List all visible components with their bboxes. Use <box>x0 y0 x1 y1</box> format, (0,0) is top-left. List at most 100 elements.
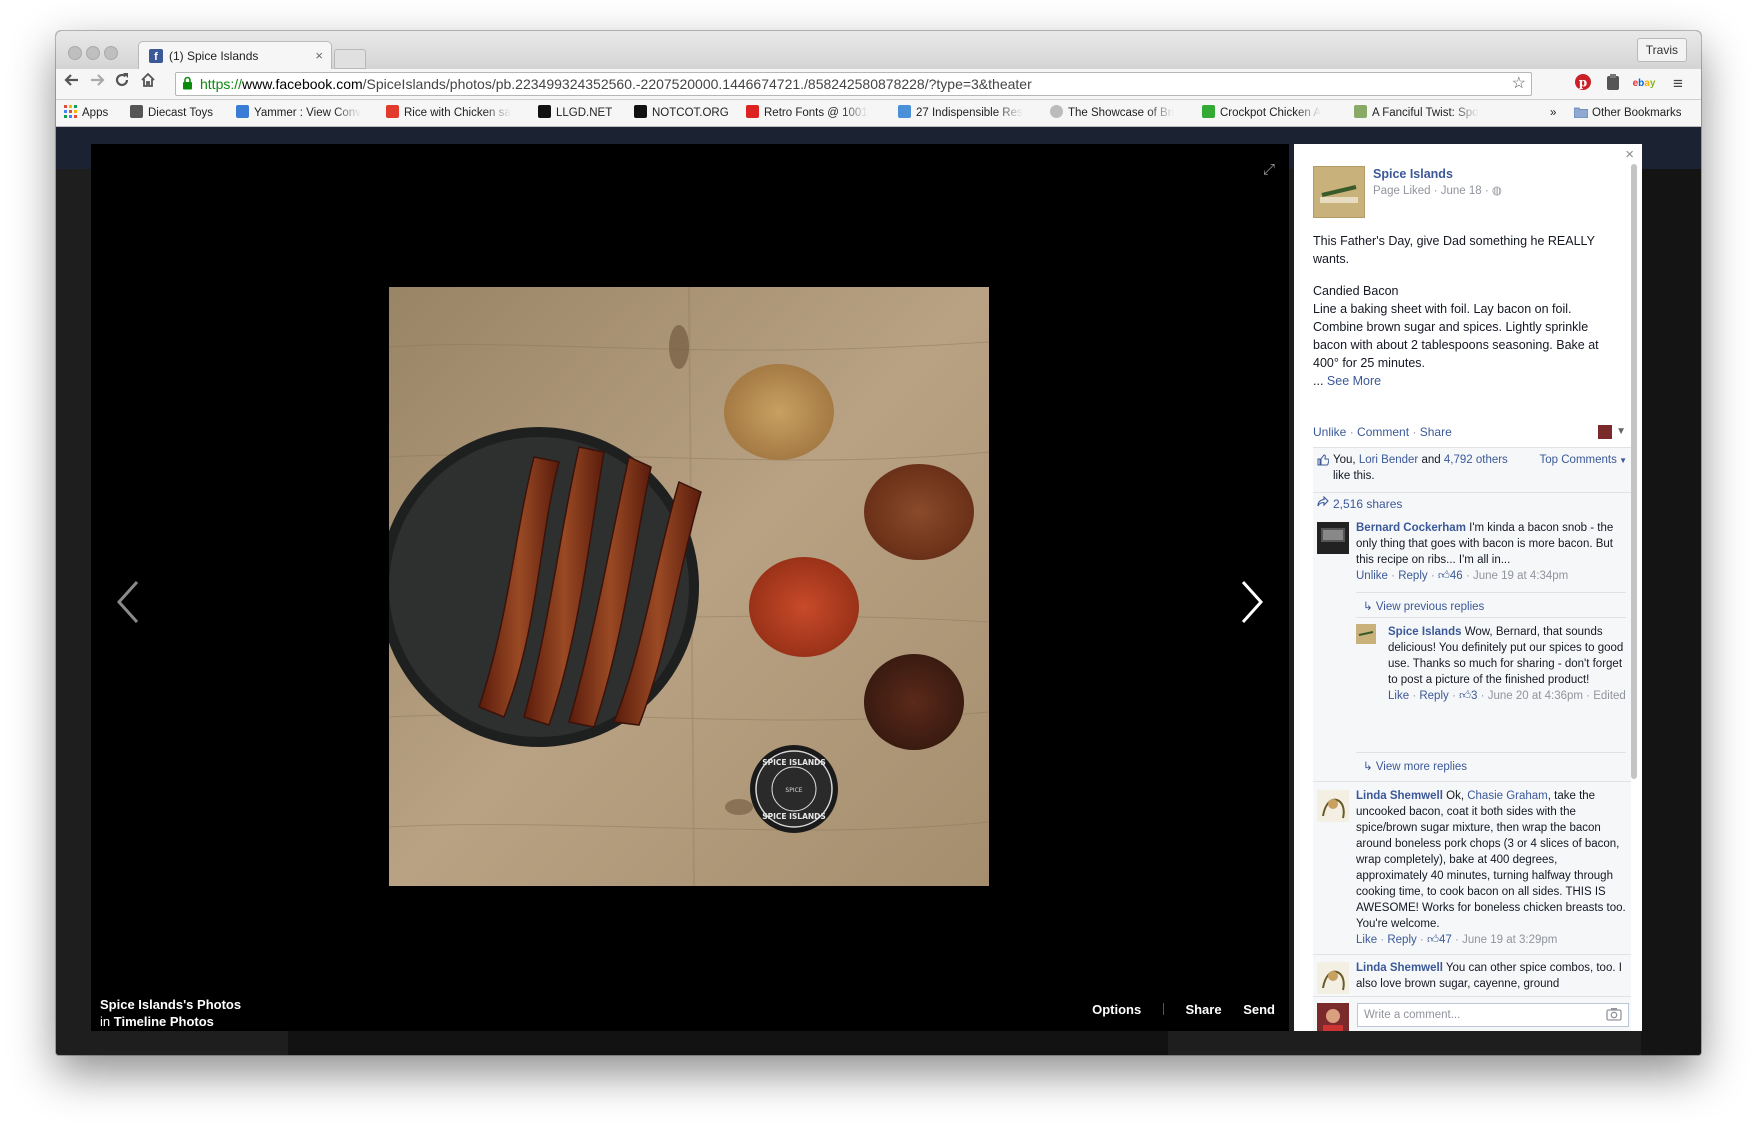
reply-reply-link[interactable]: Reply <box>1419 690 1448 702</box>
new-tab-button[interactable] <box>334 49 366 69</box>
reply-time[interactable]: June 20 at 4:36pm <box>1488 690 1583 702</box>
fullscreen-expand-icon[interactable]: ⤢ <box>1263 161 1275 178</box>
reply-divider <box>1356 617 1626 618</box>
comment-divider <box>1313 954 1631 955</box>
shares-count: 2,516 shares <box>1333 497 1403 511</box>
panel-scrollbar[interactable] <box>1631 164 1637 779</box>
spice-islands-avatar[interactable] <box>1313 166 1365 218</box>
reload-icon[interactable] <box>110 71 134 95</box>
address-bar[interactable]: https://www.facebook.com/SpiceIslands/ph… <box>175 72 1532 96</box>
tab-title: (1) Spice Islands <box>169 49 259 63</box>
sidebar-dimmed <box>1641 169 1701 1055</box>
browser-toolbar: https://www.facebook.com/SpiceIslands/ph… <box>56 69 1701 100</box>
reply-like-link[interactable]: Like <box>1388 690 1409 702</box>
post-share-link[interactable]: Share <box>1420 425 1452 439</box>
bookmark-fanciful-twist[interactable]: A Fanciful Twist: Spo <box>1354 100 1494 126</box>
bookmark-diecast-toys[interactable]: Diecast Toys <box>130 100 230 126</box>
comment-unlike-link[interactable]: Unlike <box>1356 570 1388 582</box>
comment-link[interactable]: Comment <box>1357 425 1409 439</box>
photo-send-button[interactable]: Send <box>1243 1002 1275 1017</box>
album-title-link[interactable]: Spice Islands's Photos <box>100 997 241 1012</box>
crockpot-favicon-icon <box>1202 105 1215 118</box>
see-more-prefix: ... <box>1313 374 1324 388</box>
commenter-avatar[interactable] <box>1317 962 1349 994</box>
bookmark-27-indispensible[interactable]: 27 Indispensible Res <box>898 100 1038 126</box>
likers-others-link[interactable]: 4,792 others <box>1444 454 1508 466</box>
comment-item: Linda Shemwell You can other spice combo… <box>1313 958 1631 996</box>
lock-icon <box>183 76 192 90</box>
comment-divider <box>1313 781 1631 782</box>
comment-input[interactable]: Write a comment... <box>1357 1003 1629 1027</box>
extension-icon[interactable] <box>1602 73 1624 95</box>
profile-button[interactable]: Travis <box>1636 38 1687 62</box>
liker-lori-bender[interactable]: Lori Bender <box>1359 454 1418 466</box>
reply-avatar[interactable] <box>1356 624 1376 644</box>
comment-time[interactable]: June 19 at 4:34pm <box>1473 570 1568 582</box>
comment-time[interactable]: June 19 at 3:29pm <box>1462 934 1557 946</box>
album-name-link[interactable]: Timeline Photos <box>114 1014 214 1029</box>
view-previous-replies-link[interactable]: ↳ View previous replies <box>1363 599 1484 613</box>
menu-icon[interactable]: ≡ <box>1667 73 1689 95</box>
mentioned-user-link[interactable]: Chasie Graham <box>1467 790 1548 802</box>
previous-photo-arrow-icon[interactable] <box>109 574 149 630</box>
close-theater-icon[interactable]: × <box>1625 146 1634 163</box>
shares-link[interactable]: 2,516 shares <box>1313 492 1631 515</box>
zoom-window-button[interactable] <box>104 46 118 60</box>
photo-share-button[interactable]: Share <box>1185 1002 1221 1017</box>
post-as-avatar[interactable] <box>1598 425 1612 439</box>
comment-likes-count[interactable]: 👍︎46 <box>1438 570 1463 582</box>
commenter-name[interactable]: Bernard Cockerham <box>1356 522 1466 534</box>
rice-favicon-icon <box>386 105 399 118</box>
next-photo-arrow-icon[interactable] <box>1231 574 1271 630</box>
comment-meta: Unlike · Reply · 👍︎46 · June 19 at 4:34p… <box>1356 570 1569 582</box>
commenter-avatar[interactable] <box>1317 790 1349 822</box>
reply-author-name[interactable]: Spice Islands <box>1388 626 1462 638</box>
bookmark-showcase[interactable]: The Showcase of Bri <box>1050 100 1190 126</box>
post-actions: Unlike · Comment · Share <box>1313 425 1452 439</box>
thumb-icon: 👍︎ <box>1437 570 1450 582</box>
minimize-window-button[interactable] <box>86 46 100 60</box>
post-as-caret-icon[interactable]: ▼ <box>1616 426 1626 437</box>
ebay-icon[interactable]: ebay <box>1630 73 1658 95</box>
reply-likes-count[interactable]: 👍︎3 <box>1459 690 1477 702</box>
see-more-link[interactable]: See More <box>1327 374 1381 388</box>
svg-text:p: p <box>1579 76 1587 90</box>
camera-icon[interactable] <box>1606 1007 1622 1021</box>
bookmark-crockpot-chicken[interactable]: Crockpot Chicken A <box>1202 100 1342 126</box>
commenter-name[interactable]: Linda Shemwell <box>1356 790 1443 802</box>
commenter-avatar[interactable] <box>1317 522 1349 554</box>
globe-icon: ◍ <box>1491 185 1502 197</box>
comment-likes-count[interactable]: 👍︎47 <box>1427 934 1452 946</box>
top-comments-dropdown[interactable]: Top Comments ▼ <box>1540 452 1627 469</box>
home-icon[interactable] <box>136 71 160 95</box>
back-arrow-icon[interactable] <box>60 71 84 95</box>
notcot-favicon-icon <box>634 105 647 118</box>
reply-arrow-icon: ↳ <box>1363 761 1376 773</box>
comment-like-link[interactable]: Like <box>1356 934 1377 946</box>
thumb-icon: 👍︎ <box>1459 690 1472 702</box>
post-panel: × Spice Islands Page Liked · June 18 · ◍… <box>1294 144 1642 1031</box>
tab-close-icon[interactable]: × <box>315 42 323 70</box>
bookmark-rice-with-chicken[interactable]: Rice with Chicken sa <box>386 100 526 126</box>
bookmark-notcot[interactable]: NOTCOT.ORG <box>634 100 734 126</box>
comment-reply-link[interactable]: Reply <box>1398 570 1427 582</box>
unlike-link[interactable]: Unlike <box>1313 425 1346 439</box>
other-bookmarks[interactable]: Other Bookmarks <box>1574 100 1698 126</box>
comment-prefix: Ok, <box>1446 790 1465 802</box>
bookmark-star-icon[interactable]: ☆ <box>1512 73 1526 95</box>
reply-divider <box>1356 752 1626 753</box>
tab-spice-islands[interactable]: f (1) Spice Islands × <box>138 41 332 70</box>
options-button[interactable]: Options <box>1092 1002 1141 1017</box>
comment-reply-link[interactable]: Reply <box>1387 934 1416 946</box>
close-window-button[interactable] <box>68 46 82 60</box>
view-more-replies-link[interactable]: ↳ View more replies <box>1363 759 1467 773</box>
bookmark-apps[interactable]: Apps <box>64 100 124 126</box>
bookmark-retro-fonts[interactable]: Retro Fonts @ 1001 <box>746 100 886 126</box>
forward-arrow-icon[interactable] <box>85 71 109 95</box>
bookmark-yammer[interactable]: Yammer : View Conv <box>236 100 374 126</box>
bookmarks-overflow-button[interactable]: » <box>1550 100 1564 126</box>
bookmark-llgd[interactable]: LLGD.NET <box>538 100 622 126</box>
commenter-name[interactable]: Linda Shemwell <box>1356 962 1443 974</box>
page-name-link[interactable]: Spice Islands <box>1373 167 1453 181</box>
pinterest-icon[interactable]: p <box>1572 73 1594 95</box>
